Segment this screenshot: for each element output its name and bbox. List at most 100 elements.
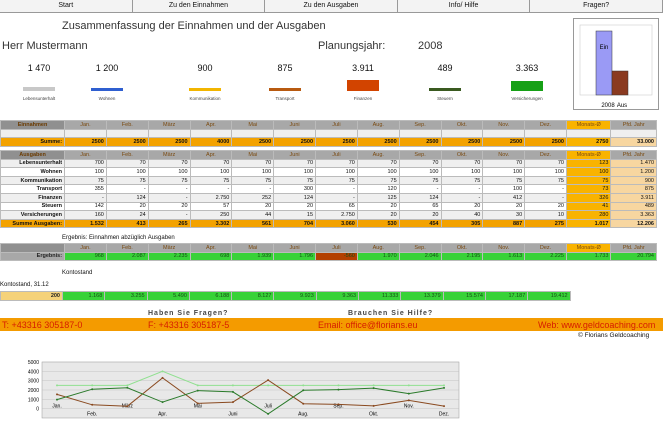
month-header: Aug. xyxy=(356,120,400,130)
expense-header: Ausgaben xyxy=(0,150,66,160)
data-point xyxy=(443,405,445,408)
cell: 20 xyxy=(105,201,149,212)
cell: - xyxy=(398,184,442,194)
cell xyxy=(356,128,400,139)
cell: 1.733 xyxy=(565,251,612,262)
nav-tab-1[interactable]: Zu den Einnahmen xyxy=(133,0,266,12)
cell: - xyxy=(524,184,567,194)
cell: 44 xyxy=(231,210,275,220)
cell: 65 xyxy=(315,201,358,212)
cell xyxy=(398,128,442,139)
mini-label-aus: Aus xyxy=(617,103,627,109)
cell: - xyxy=(524,192,567,203)
month-header: Nov. xyxy=(482,150,526,160)
cell: 2.046 xyxy=(398,251,442,262)
data-point xyxy=(56,393,58,396)
month-header: Mai xyxy=(231,150,275,160)
data-point xyxy=(337,403,340,406)
cell: 120 xyxy=(356,184,400,194)
row-label: Steuern xyxy=(0,201,66,212)
cell: 41 xyxy=(565,201,612,212)
balance-table: 200 1.168 3.255 5.490 6.188 8.127 9.923 9.363 11… xyxy=(0,291,571,301)
cell: 75 xyxy=(398,175,442,186)
year-header: Pfd. Jahr xyxy=(610,243,657,253)
cell: 30 xyxy=(482,210,526,220)
cell: 2500 xyxy=(64,137,107,147)
cell: -560 xyxy=(315,251,358,262)
cell: 100 xyxy=(64,167,107,177)
month-header: Juli xyxy=(315,120,358,130)
summary-value: 3.363 xyxy=(515,63,539,73)
cell: 265 xyxy=(147,218,191,229)
data-point xyxy=(91,403,94,406)
cell: 1.939 xyxy=(231,251,275,262)
cell: 2.235 xyxy=(147,251,191,262)
data-point xyxy=(337,388,340,391)
data-point xyxy=(337,384,340,387)
cell: 2.750 xyxy=(315,210,358,220)
month-header: Apr. xyxy=(189,120,233,130)
balance-start: 200 xyxy=(0,291,63,301)
cell: - xyxy=(315,184,358,194)
cell: 326 xyxy=(565,192,612,203)
data-point xyxy=(126,405,129,408)
row-label: Transport xyxy=(0,184,66,194)
y-tick: 3000 xyxy=(28,379,39,385)
copyright: © Florians Geldcoaching xyxy=(578,332,650,339)
cell: - xyxy=(440,192,484,203)
web-link[interactable]: Web: www.geldcoaching.com xyxy=(538,320,655,330)
nav-tab-4[interactable]: Fragen? xyxy=(530,0,663,12)
cell: 9.363 xyxy=(315,291,360,301)
cell: - xyxy=(64,192,107,203)
cell: 17.187 xyxy=(484,291,529,301)
data-point xyxy=(161,370,164,373)
cell: 2500 xyxy=(273,137,317,147)
summary-item: 3.911 Finanzen xyxy=(330,63,396,101)
summary-value: 875 xyxy=(277,63,293,73)
email-link[interactable]: Email: office@florians.eu xyxy=(318,320,418,330)
nav-tab-2[interactable]: Zu den Ausgaben xyxy=(265,0,398,12)
cell: 305 xyxy=(440,218,484,229)
summary-item: 900 Kommunikation xyxy=(172,63,238,101)
data-point xyxy=(161,401,164,404)
cell: 100 xyxy=(398,167,442,177)
cell xyxy=(189,128,233,139)
cell: 70 xyxy=(482,158,526,169)
data-point xyxy=(407,392,410,395)
row-label: Kommunikation xyxy=(0,175,66,186)
data-point xyxy=(231,401,234,404)
table-row: Lebensunterhalt 700 70 70 70 70 70 70 70 70 70 70 70… xyxy=(0,158,657,169)
month-header: März xyxy=(147,120,191,130)
cell: 15 xyxy=(273,210,317,220)
cell: 100 xyxy=(482,184,526,194)
month-header: Okt. xyxy=(440,120,484,130)
mini-bar-income xyxy=(595,30,613,96)
cell: 1.200 xyxy=(610,167,657,177)
x-tick: Mai xyxy=(194,404,202,410)
cell: 2500 xyxy=(398,137,442,147)
month-header: Mai xyxy=(231,243,275,253)
summary-category: Transport xyxy=(275,96,295,101)
month-header: Juli xyxy=(315,150,358,160)
person-name: Herr Mustermann xyxy=(2,40,88,52)
summary-category: Wohnen xyxy=(98,96,116,101)
cell: 100 xyxy=(440,167,484,177)
cell: 2500 xyxy=(105,137,149,147)
month-header: Jan. xyxy=(64,243,107,253)
summary-category: Lebensunterhalt xyxy=(22,96,56,101)
cell: 100 xyxy=(482,167,526,177)
cell: 900 xyxy=(610,175,657,186)
cell: 70 xyxy=(356,158,400,169)
data-point xyxy=(267,384,270,387)
sum-year: 33.000 xyxy=(610,137,657,147)
cell: 75 xyxy=(524,175,567,186)
cell: - xyxy=(147,210,191,220)
cell: - xyxy=(440,184,484,194)
nav-tab-3[interactable]: Info/ Hilfe xyxy=(398,0,531,12)
cell: 2500 xyxy=(482,137,526,147)
cell: 6.188 xyxy=(188,291,233,301)
nav-tab-0[interactable]: Start xyxy=(0,0,133,12)
result-label: Ergebnis: xyxy=(0,251,66,262)
month-header: Sep. xyxy=(398,120,442,130)
summary-category: Steuern xyxy=(437,96,453,101)
